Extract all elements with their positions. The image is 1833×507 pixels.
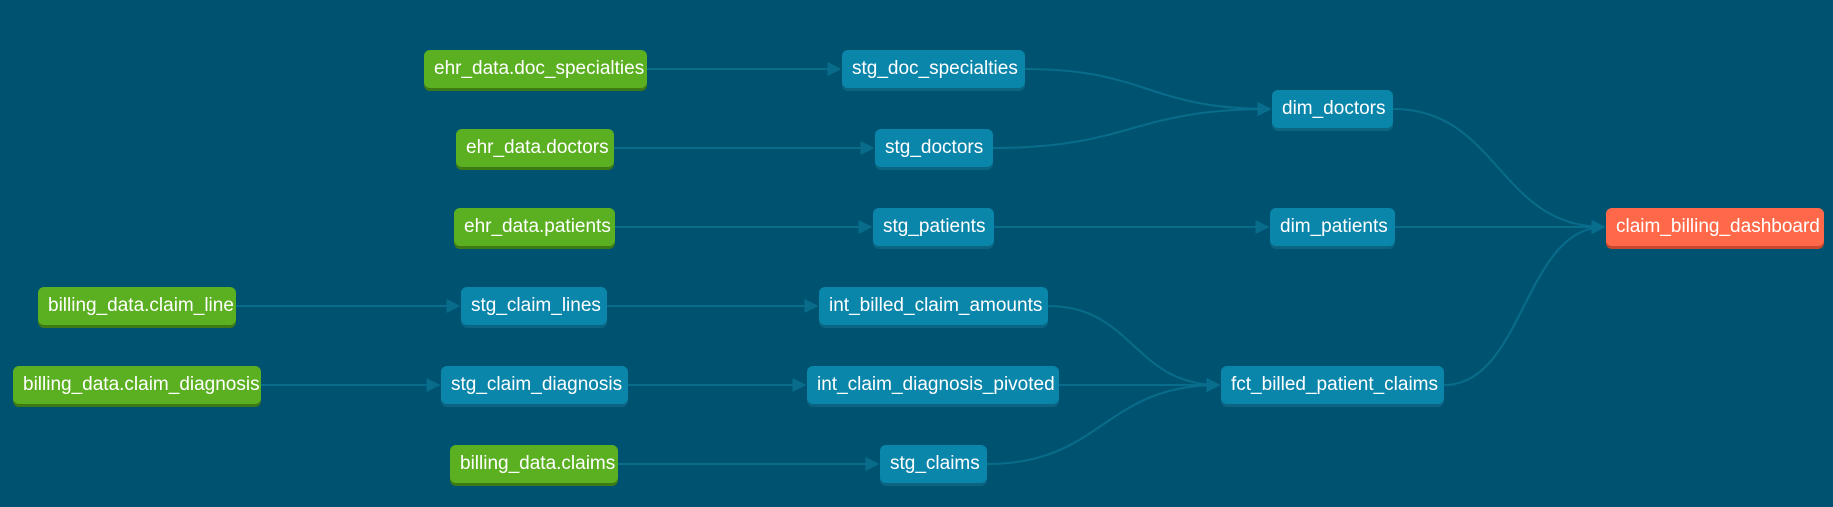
node-billing-claim-diagnosis[interactable]: billing_data.claim_diagnosis: [13, 366, 261, 404]
node-stg-claim-diagnosis[interactable]: stg_claim_diagnosis: [441, 366, 628, 404]
node-int-billed-claim-amounts[interactable]: int_billed_claim_amounts: [819, 287, 1048, 325]
edge-stg_doc_specialties-to-dim_doctors: [1024, 68, 1272, 116]
node-dim-patients[interactable]: dim_patients: [1270, 208, 1395, 246]
node-stg-claims[interactable]: stg_claims: [880, 445, 987, 483]
node-billing-claim-line[interactable]: billing_data.claim_line: [38, 287, 236, 325]
node-int-claim-diagnosis-pivoted[interactable]: int_claim_diagnosis_pivoted: [807, 366, 1059, 404]
node-stg-doctors[interactable]: stg_doctors: [875, 129, 993, 167]
edge-dim_doctors-to-claim_billing_dashboard: [1392, 108, 1606, 234]
edge-stg_doctors-to-dim_doctors: [992, 102, 1272, 149]
node-claim-billing-dashboard[interactable]: claim_billing_dashboard: [1606, 208, 1824, 246]
node-stg-patients[interactable]: stg_patients: [873, 208, 994, 246]
node-fct-billed-patient-claims[interactable]: fct_billed_patient_claims: [1221, 366, 1444, 404]
node-stg-claim-lines[interactable]: stg_claim_lines: [461, 287, 607, 325]
node-ehr-doc-specialties[interactable]: ehr_data.doc_specialties: [424, 50, 647, 88]
node-stg-doc-specialties[interactable]: stg_doc_specialties: [842, 50, 1025, 88]
edge-fct_billed_patient_claims-to-claim_billing_dashboard: [1443, 220, 1606, 386]
node-dim-doctors[interactable]: dim_doctors: [1272, 90, 1393, 128]
lineage-graph: ehr_data.doc_specialties ehr_data.doctor…: [0, 0, 1833, 507]
node-ehr-doctors[interactable]: ehr_data.doctors: [456, 129, 614, 167]
node-ehr-patients[interactable]: ehr_data.patients: [454, 208, 615, 246]
node-billing-claims[interactable]: billing_data.claims: [450, 445, 618, 483]
edge-int_billed_claim_amounts-to-fct_billed_patient_claims: [1047, 305, 1221, 392]
